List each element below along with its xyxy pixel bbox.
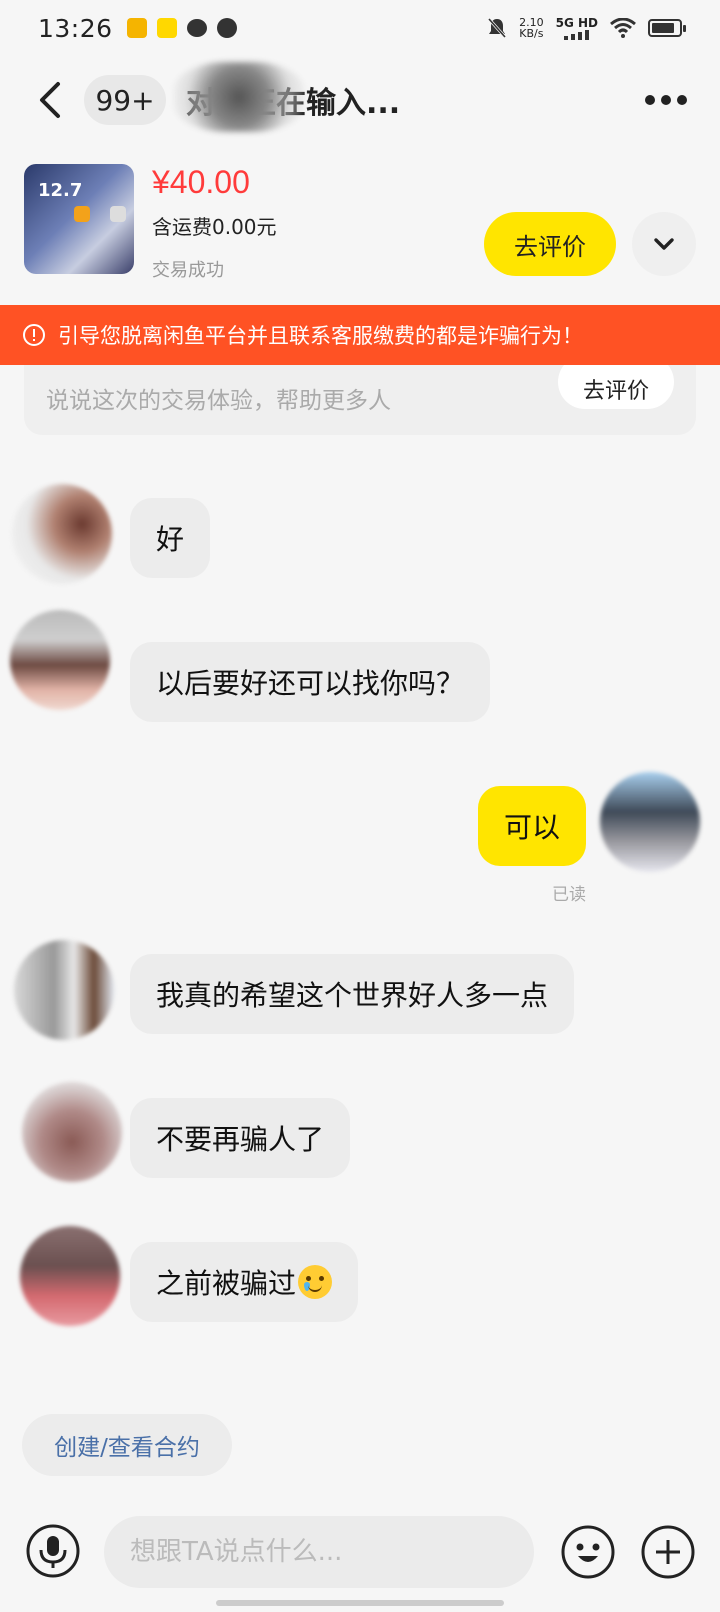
- message-bubble[interactable]: 之前被骗过: [130, 1242, 359, 1322]
- shipping-info: 含运费0.00元: [152, 215, 277, 239]
- tear-drop: [304, 1282, 311, 1291]
- unread-count-badge[interactable]: 99+: [84, 75, 166, 125]
- warning-icon: [23, 324, 45, 346]
- voice-input-icon[interactable]: [26, 1524, 80, 1578]
- avatar[interactable]: [20, 1226, 120, 1326]
- plus-icon[interactable]: [640, 1524, 696, 1580]
- redacted-name-blur: [174, 62, 304, 132]
- contract-button[interactable]: 创建/查看合约: [22, 1414, 232, 1476]
- app-notification-icon: [156, 18, 177, 38]
- signal-bars-icon: [563, 30, 589, 40]
- bell-muted-icon: [487, 18, 507, 38]
- chat-title: 对方正在输入...: [174, 62, 400, 132]
- message-bubble[interactable]: 以后要好还可以找你吗？: [130, 642, 491, 722]
- avatar[interactable]: [14, 940, 114, 1040]
- battery-icon: [648, 19, 686, 37]
- product-thumbnail[interactable]: 12.7: [24, 164, 134, 274]
- product-info: ¥40.00 含运费0.00元 交易成功: [152, 164, 277, 282]
- avatar[interactable]: [22, 1082, 122, 1182]
- warning-text: 引导您脱离闲鱼平台并且联系客服缴费的都是诈骗行为！: [58, 324, 583, 348]
- status-right: 2.10 KB/s 5G HD: [487, 16, 686, 40]
- avatar[interactable]: [12, 484, 112, 584]
- net-speed: 2.10 KB/s: [519, 17, 544, 39]
- avatar[interactable]: [10, 610, 110, 710]
- status-bar: 13:26 2.10 KB/s 5G HD: [0, 0, 720, 56]
- more-options-icon[interactable]: [644, 94, 688, 106]
- thumbnail-number: 12.7: [38, 180, 83, 201]
- message-bubble[interactable]: 我真的希望这个世界好人多一点: [130, 954, 575, 1034]
- thumbnail-icon: [74, 206, 90, 222]
- my-avatar[interactable]: [600, 772, 700, 872]
- emoji-picker-icon[interactable]: [560, 1524, 616, 1580]
- crying-smile-emoji-icon: [298, 1265, 333, 1299]
- status-time: 13:26: [38, 13, 113, 43]
- message-icon: [216, 18, 237, 38]
- message-bubble[interactable]: 不要再骗人了: [130, 1098, 351, 1178]
- message-bubble[interactable]: 好: [130, 498, 211, 578]
- read-status: 已读: [552, 885, 586, 905]
- home-indicator[interactable]: [216, 1600, 504, 1606]
- fraud-warning-banner: 引导您脱离闲鱼平台并且联系客服缴费的都是诈骗行为！: [0, 305, 720, 365]
- review-button[interactable]: 去评价: [484, 212, 616, 276]
- signal-label: 5G HD: [555, 16, 598, 30]
- wifi-icon: [610, 18, 636, 38]
- back-arrow-icon[interactable]: [34, 80, 68, 120]
- mail-notification-icon: [126, 18, 147, 38]
- product-card[interactable]: 12.7 ¥40.00 含运费0.00元 交易成功 去评价: [0, 150, 720, 300]
- thumbnail-icon: [110, 206, 126, 222]
- composer-bar: [0, 1508, 720, 1598]
- wechat-icon: [186, 19, 207, 37]
- chat-header: 99+ 对方正在输入...: [0, 62, 720, 138]
- my-message-bubble[interactable]: 可以: [478, 786, 587, 866]
- net-speed-unit: KB/s: [519, 27, 544, 40]
- product-price: ¥40.00: [152, 164, 250, 200]
- message-input[interactable]: [104, 1516, 534, 1588]
- signal-group: 5G HD: [556, 16, 598, 40]
- expand-button[interactable]: [632, 212, 696, 276]
- message-text: 之前被骗过: [156, 1267, 297, 1300]
- review-hint: 说说这次的交易体验，帮助更多人: [46, 388, 391, 414]
- chevron-down-icon: [654, 238, 674, 250]
- deal-status: 交易成功: [152, 260, 224, 281]
